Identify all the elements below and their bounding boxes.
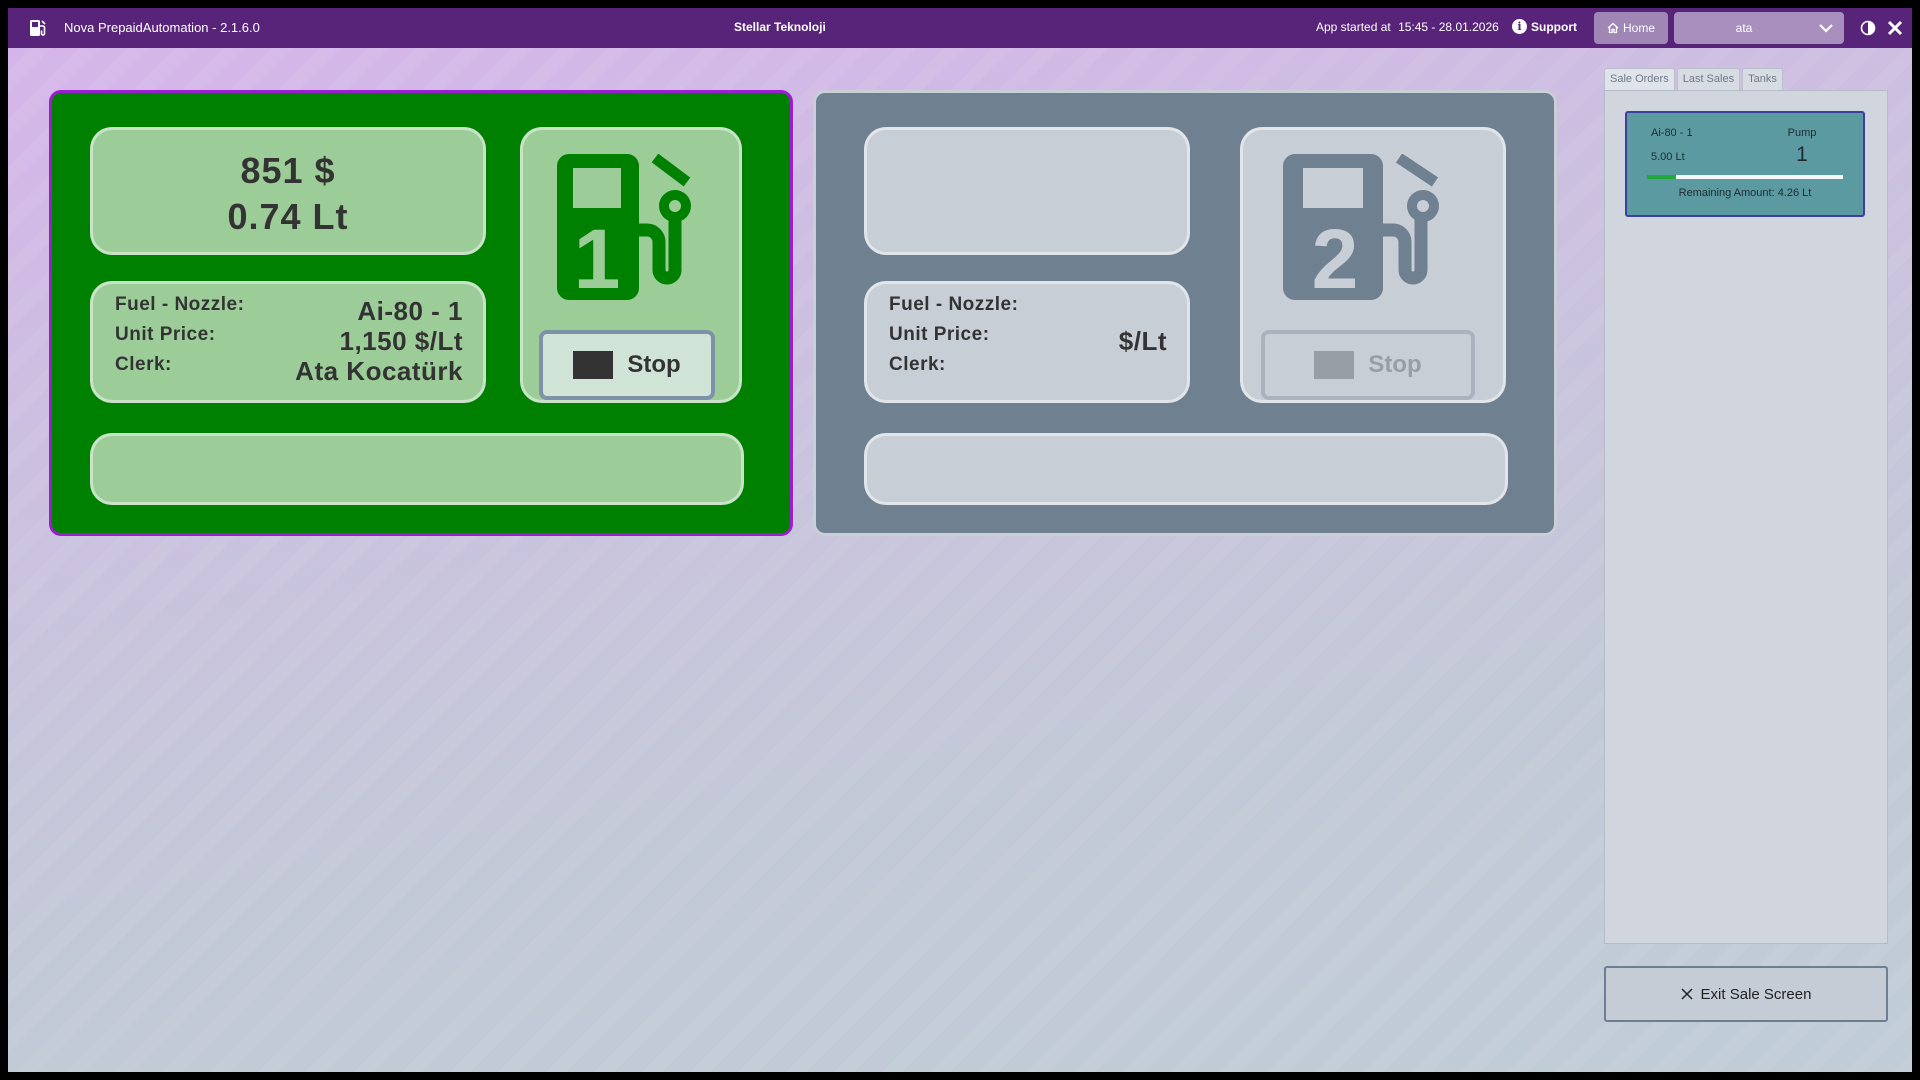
sale-volume: 0.74 Lt [227, 196, 349, 237]
stop-button[interactable]: Stop [539, 330, 715, 400]
fuel-nozzle-value: Ai-80 - 1 [357, 296, 463, 326]
clerk-value: Ata Kocatürk [295, 356, 463, 386]
unit-price-label: Unit Price: [889, 324, 990, 345]
pump-amount-display [864, 127, 1190, 255]
order-pump-label: Pump [1787, 127, 1817, 139]
order-fuel: Ai-80 - 1 [1651, 127, 1693, 139]
tab-sale-orders[interactable]: Sale Orders [1604, 68, 1675, 90]
sale-order-card[interactable]: Ai-80 - 1 5.00 Lt Pump 1 Remaining Amoun… [1625, 111, 1865, 217]
close-icon[interactable] [1886, 19, 1904, 37]
order-progress-fill [1647, 175, 1676, 179]
pump-amount-display: 851 $ 0.74 Lt [90, 127, 486, 255]
fuel-pump-icon: 1 [557, 154, 691, 300]
app-started-info: App started at 15:45 - 28.01.2026 [1316, 20, 1499, 34]
exit-sale-screen-button[interactable]: Exit Sale Screen [1604, 966, 1888, 1022]
app-title: Nova PrepaidAutomation - 2.1.6.0 [64, 20, 260, 35]
pump-number: 1 [574, 212, 621, 300]
user-select-value: ata [1735, 21, 1753, 35]
stop-label: Stop [1368, 351, 1422, 378]
pump-panel-1[interactable]: 851 $ 0.74 Lt Fuel - Nozzle: Ai-80 - 1 U… [49, 90, 793, 536]
sale-orders-panel: Ai-80 - 1 5.00 Lt Pump 1 Remaining Amoun… [1604, 90, 1888, 944]
info-icon: i [1512, 19, 1527, 34]
unit-price-value: $/Lt [1118, 326, 1167, 356]
stop-icon [573, 351, 614, 379]
tab-tanks[interactable]: Tanks [1742, 68, 1783, 90]
pump-message-bar [90, 433, 744, 505]
order-pump-number: 1 [1796, 143, 1808, 166]
clerk-label: Clerk: [889, 354, 946, 375]
app-started-value: 15:45 - 28.01.2026 [1398, 20, 1499, 34]
unit-price-value: 1,150 $/Lt [339, 326, 463, 356]
order-remaining: Remaining Amount: 4.26 Lt [1678, 187, 1812, 199]
order-quantity: 5.00 Lt [1651, 151, 1685, 163]
pump-panel-2[interactable]: Fuel - Nozzle: Unit Price: $/Lt Clerk: 2 [813, 90, 1557, 536]
fuel-nozzle-label: Fuel - Nozzle: [115, 294, 245, 315]
support-label: Support [1531, 19, 1577, 34]
tab-last-sales[interactable]: Last Sales [1676, 68, 1741, 90]
exit-label: Exit Sale Screen [1700, 985, 1812, 1003]
stop-button[interactable]: Stop [1261, 330, 1475, 400]
chevron-down-icon [1819, 24, 1833, 33]
order-progress-bar [1647, 175, 1843, 179]
user-select[interactable]: ata [1674, 12, 1844, 44]
side-tabs: Sale Orders Last Sales Tanks [1604, 68, 1783, 90]
fuel-pump-icon: 2 [1283, 154, 1439, 300]
home-label: Home [1622, 21, 1655, 35]
stop-label: Stop [627, 351, 681, 378]
unit-price-label: Unit Price: [115, 324, 216, 345]
title-bar: Nova PrepaidAutomation - 2.1.6.0 Stellar… [8, 8, 1912, 48]
support-button[interactable]: i Support [1512, 19, 1577, 34]
home-button[interactable]: Home [1594, 12, 1668, 44]
pump-message-bar [864, 433, 1508, 505]
fuel-nozzle-label: Fuel - Nozzle: [889, 294, 1019, 315]
app-started-label: App started at [1316, 20, 1391, 34]
pump-icon-box: 1 Stop [520, 127, 742, 403]
sale-amount: 851 $ [240, 150, 336, 191]
clerk-label: Clerk: [115, 354, 172, 375]
home-icon [1607, 22, 1619, 34]
theme-toggle-icon[interactable] [1860, 20, 1876, 36]
stop-icon [1314, 351, 1355, 379]
pump-info: Fuel - Nozzle: Ai-80 - 1 Unit Price: 1,1… [90, 281, 486, 403]
company-name: Stellar Teknoloji [734, 20, 826, 34]
app-window: Nova PrepaidAutomation - 2.1.6.0 Stellar… [8, 8, 1912, 1072]
fuel-pump-app-icon [30, 20, 46, 36]
pump-number: 2 [1312, 212, 1359, 300]
close-icon [1681, 988, 1693, 1000]
pump-info: Fuel - Nozzle: Unit Price: $/Lt Clerk: [864, 281, 1190, 403]
pump-icon-box: 2 Stop [1240, 127, 1506, 403]
